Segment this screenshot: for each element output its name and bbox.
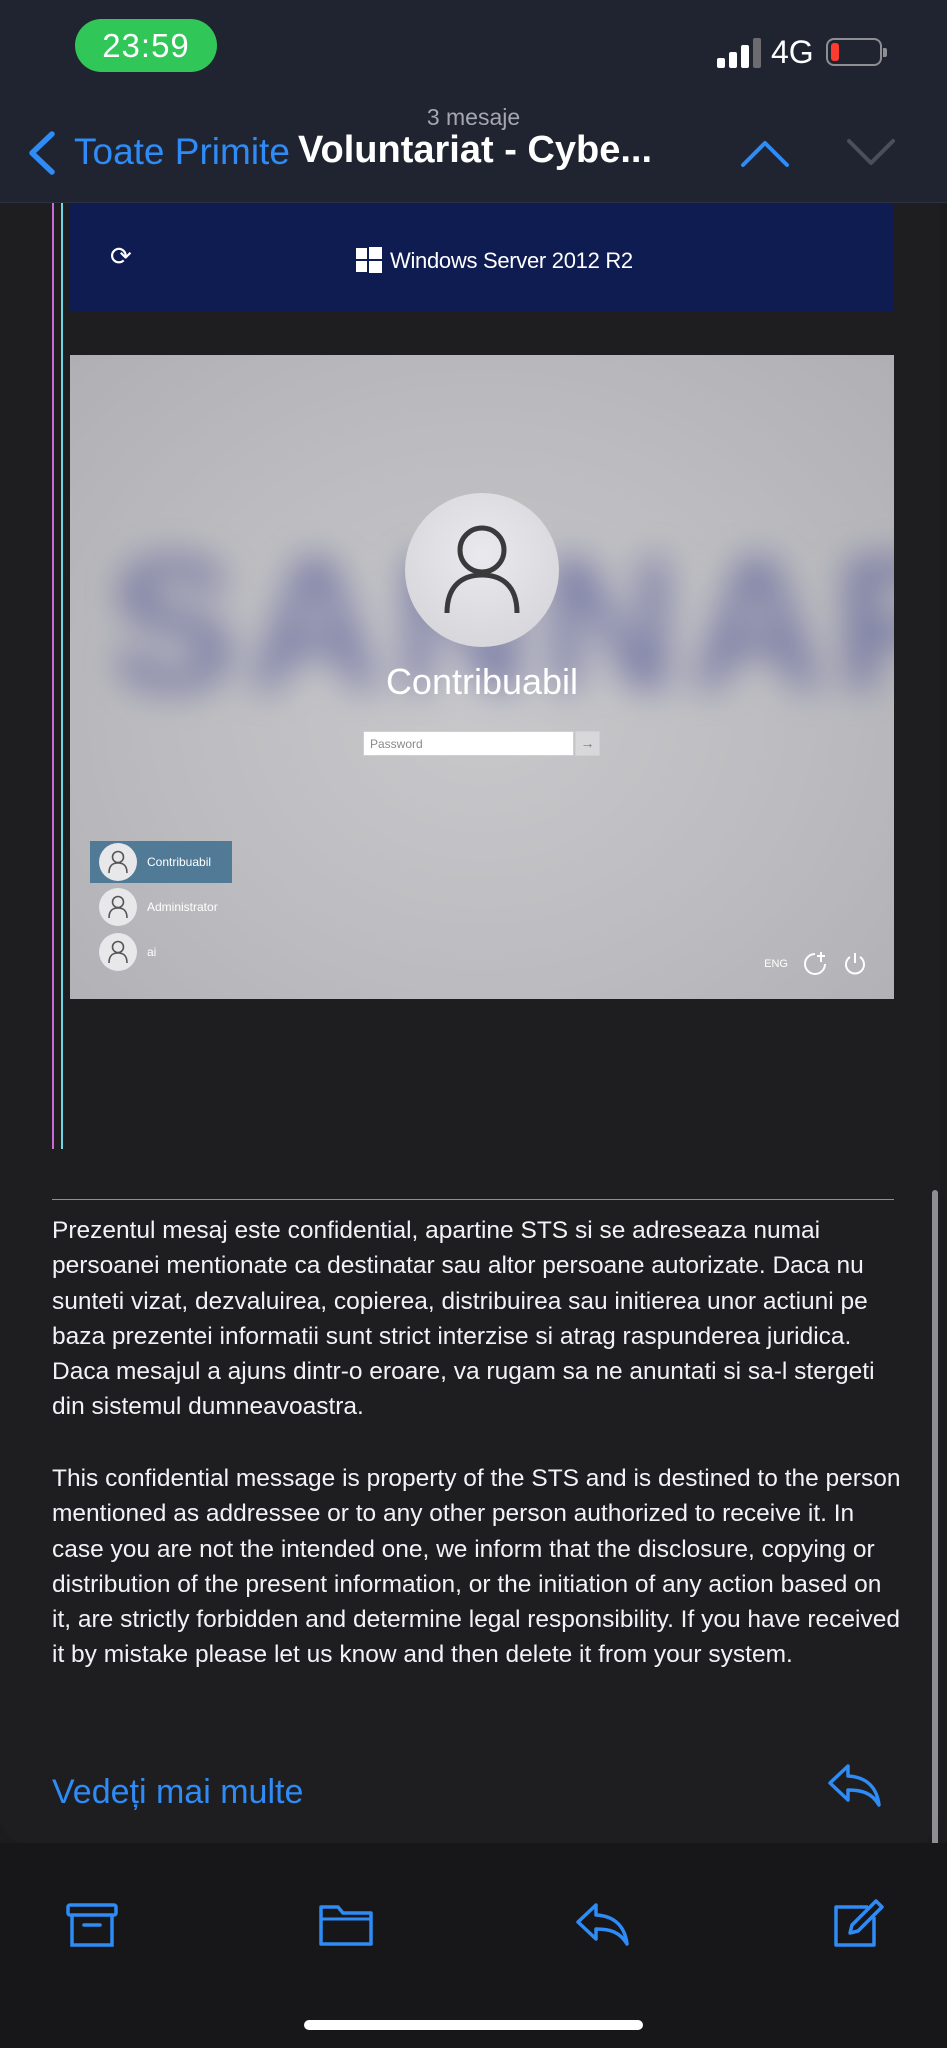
user-icon: [99, 843, 137, 881]
avatar: [405, 493, 559, 647]
user-list-item: Administrator: [90, 886, 232, 928]
user-name: ai: [147, 945, 157, 959]
bottom-toolbar: [0, 1843, 947, 2048]
quote-bar: [61, 203, 63, 1149]
submit-arrow-icon: →: [575, 731, 600, 756]
accessibility-icon: [804, 952, 826, 975]
disclaimer-english: This confidential message is property of…: [52, 1465, 901, 1669]
banner-title: Windows Server 2012 R2: [390, 248, 633, 273]
scrollbar[interactable]: [932, 1190, 938, 1858]
login-screenshot: SANNAP Contribuabil Password → Contribua…: [70, 355, 894, 999]
previous-message-icon[interactable]: [740, 138, 790, 168]
quote-bar: [52, 203, 54, 1149]
signal-icon: [717, 36, 763, 68]
status-time: 23:59: [75, 19, 217, 72]
see-more-link[interactable]: Vedeți mai multe: [52, 1773, 303, 1812]
next-message-icon[interactable]: [846, 138, 896, 168]
user-name: Administrator: [147, 900, 218, 914]
user-icon: [444, 525, 520, 614]
user-name: Contribuabil: [147, 855, 212, 869]
login-username: Contribuabil: [385, 661, 579, 702]
compose-icon[interactable]: [828, 1899, 884, 1949]
reply-icon[interactable]: [826, 1762, 882, 1808]
windows-server-banner: ⟳ Windows Server 2012 R2: [70, 203, 894, 311]
windows-logo-icon: [356, 247, 382, 273]
ease-of-access-icon: ⟳: [110, 241, 132, 271]
user-list-item: ai: [90, 931, 232, 973]
power-icon: [845, 953, 865, 975]
message-count: 3 mesaje: [426, 104, 521, 130]
home-indicator: [304, 2020, 643, 2030]
reply-icon[interactable]: [574, 1899, 630, 1949]
divider: [52, 1199, 894, 1200]
archive-icon[interactable]: [64, 1899, 120, 1949]
back-button[interactable]: Toate Primite: [74, 131, 290, 173]
folder-icon[interactable]: [318, 1899, 374, 1949]
user-list-item: Contribuabil: [90, 841, 232, 883]
password-field: Password: [363, 731, 574, 756]
language-indicator: ENG: [764, 958, 788, 970]
network-type: 4G: [771, 34, 814, 70]
thread-subject: Voluntariat - Cybe...: [298, 129, 653, 171]
battery-icon: [826, 38, 887, 66]
user-icon: [99, 933, 137, 971]
disclaimer-romanian: Prezentul mesaj este confidential, apart…: [52, 1217, 875, 1421]
login-footer: ENG: [764, 951, 868, 977]
header-bar: 23:59 4G 3 mesaje Toate Primite Voluntar…: [0, 0, 947, 203]
back-chevron-icon[interactable]: [26, 130, 58, 176]
user-icon: [99, 888, 137, 926]
